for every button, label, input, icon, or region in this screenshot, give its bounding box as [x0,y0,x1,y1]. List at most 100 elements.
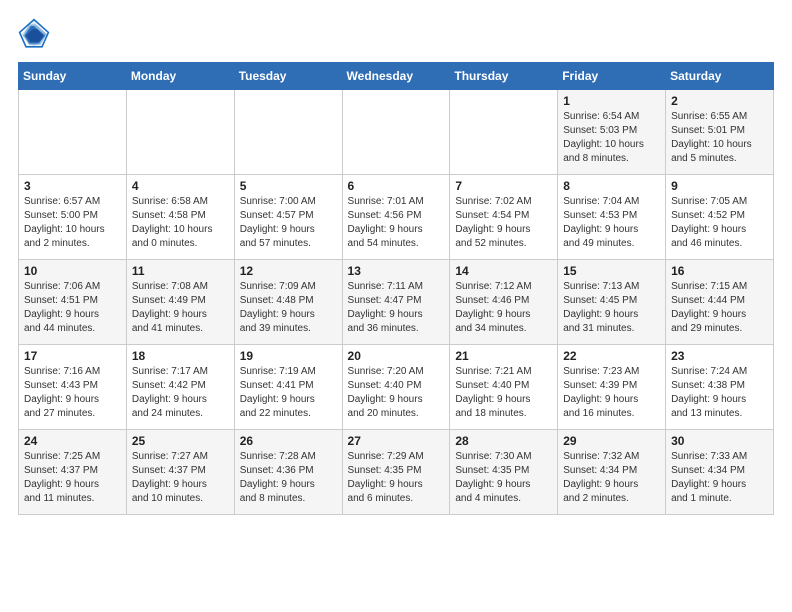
calendar-cell: 7 Sunrise: 7:02 AM Sunset: 4:54 PM Daylig… [450,175,558,260]
calendar-cell: 1 Sunrise: 6:54 AM Sunset: 5:03 PM Daylig… [558,90,666,175]
calendar-cell: 12Sunrise: 7:09 AM Sunset: 4:48 PM Dayli… [234,260,342,345]
day-info: Sunrise: 6:54 AM Sunset: 5:03 PM Dayligh… [563,110,660,166]
day-info: Sunrise: 7:25 AM Sunset: 4:37 PM Dayligh… [24,450,121,506]
calendar-cell: 18 Sunrise: 7:17 AM Sunset: 4:42 PM Dayli… [126,345,234,430]
calendar-cell: 24 Sunrise: 7:25 AM Sunset: 4:37 PM Dayli… [19,430,127,515]
calendar-cell: 11 Sunrise: 7:08 AM Sunset: 4:49 PM Dayli… [126,260,234,345]
day-number: 28 [455,434,552,448]
calendar-cell: 28 Sunrise: 7:30 AM Sunset: 4:35 PM Dayli… [450,430,558,515]
day-info: Sunrise: 7:33 AM Sunset: 4:34 PM Dayligh… [671,450,768,506]
calendar-cell: 19 Sunrise: 7:19 AM Sunset: 4:41 PM Dayli… [234,345,342,430]
calendar-cell: 13 Sunrise: 7:11 AM Sunset: 4:47 PM Dayli… [342,260,450,345]
weekday-header: Saturday [666,63,774,90]
day-info: Sunrise: 7:17 AM Sunset: 4:42 PM Dayligh… [132,365,229,421]
calendar-cell: 22Sunrise: 7:23 AM Sunset: 4:39 PM Dayli… [558,345,666,430]
day-number: 7 [455,179,552,193]
day-number: 26 [240,434,337,448]
calendar-cell [342,90,450,175]
calendar-cell: 6Sunrise: 7:01 AM Sunset: 4:56 PM Daylig… [342,175,450,260]
day-number: 5 [240,179,337,193]
calendar-cell: 3Sunrise: 6:57 AM Sunset: 5:00 PM Daylig… [19,175,127,260]
calendar-cell: 2Sunrise: 6:55 AM Sunset: 5:01 PM Daylig… [666,90,774,175]
day-info: Sunrise: 6:58 AM Sunset: 4:58 PM Dayligh… [132,195,229,251]
day-info: Sunrise: 7:05 AM Sunset: 4:52 PM Dayligh… [671,195,768,251]
day-info: Sunrise: 7:30 AM Sunset: 4:35 PM Dayligh… [455,450,552,506]
calendar-cell: 16 Sunrise: 7:15 AM Sunset: 4:44 PM Dayli… [666,260,774,345]
calendar-cell: 25Sunrise: 7:27 AM Sunset: 4:37 PM Dayli… [126,430,234,515]
calendar-cell: 17Sunrise: 7:16 AM Sunset: 4:43 PM Dayli… [19,345,127,430]
day-info: Sunrise: 7:06 AM Sunset: 4:51 PM Dayligh… [24,280,121,336]
day-number: 1 [563,94,660,108]
day-info: Sunrise: 7:21 AM Sunset: 4:40 PM Dayligh… [455,365,552,421]
day-number: 20 [348,349,445,363]
day-info: Sunrise: 7:04 AM Sunset: 4:53 PM Dayligh… [563,195,660,251]
calendar-cell: 21 Sunrise: 7:21 AM Sunset: 4:40 PM Dayli… [450,345,558,430]
calendar-week-row: 24 Sunrise: 7:25 AM Sunset: 4:37 PM Dayli… [19,430,774,515]
day-info: Sunrise: 7:20 AM Sunset: 4:40 PM Dayligh… [348,365,445,421]
calendar-cell: 29 Sunrise: 7:32 AM Sunset: 4:34 PM Dayli… [558,430,666,515]
calendar-cell: 15Sunrise: 7:13 AM Sunset: 4:45 PM Dayli… [558,260,666,345]
weekday-header: Monday [126,63,234,90]
day-number: 12 [240,264,337,278]
day-number: 21 [455,349,552,363]
day-info: Sunrise: 7:02 AM Sunset: 4:54 PM Dayligh… [455,195,552,251]
day-info: Sunrise: 7:11 AM Sunset: 4:47 PM Dayligh… [348,280,445,336]
calendar-cell: 9 Sunrise: 7:05 AM Sunset: 4:52 PM Daylig… [666,175,774,260]
calendar-cell: 10 Sunrise: 7:06 AM Sunset: 4:51 PM Dayli… [19,260,127,345]
day-info: Sunrise: 7:24 AM Sunset: 4:38 PM Dayligh… [671,365,768,421]
calendar-header-row: SundayMondayTuesdayWednesdayThursdayFrid… [19,63,774,90]
weekday-header: Wednesday [342,63,450,90]
logo [18,18,54,50]
day-info: Sunrise: 7:29 AM Sunset: 4:35 PM Dayligh… [348,450,445,506]
calendar-week-row: 1 Sunrise: 6:54 AM Sunset: 5:03 PM Daylig… [19,90,774,175]
calendar-cell [450,90,558,175]
calendar-cell [19,90,127,175]
day-number: 14 [455,264,552,278]
calendar-table: SundayMondayTuesdayWednesdayThursdayFrid… [18,62,774,515]
calendar-cell [126,90,234,175]
day-info: Sunrise: 7:32 AM Sunset: 4:34 PM Dayligh… [563,450,660,506]
day-info: Sunrise: 7:27 AM Sunset: 4:37 PM Dayligh… [132,450,229,506]
day-number: 8 [563,179,660,193]
calendar-cell: 27 Sunrise: 7:29 AM Sunset: 4:35 PM Dayli… [342,430,450,515]
day-info: Sunrise: 7:08 AM Sunset: 4:49 PM Dayligh… [132,280,229,336]
day-info: Sunrise: 7:12 AM Sunset: 4:46 PM Dayligh… [455,280,552,336]
calendar-cell: 26 Sunrise: 7:28 AM Sunset: 4:36 PM Dayli… [234,430,342,515]
day-number: 23 [671,349,768,363]
day-info: Sunrise: 7:15 AM Sunset: 4:44 PM Dayligh… [671,280,768,336]
day-number: 30 [671,434,768,448]
day-number: 27 [348,434,445,448]
calendar-cell: 20 Sunrise: 7:20 AM Sunset: 4:40 PM Dayli… [342,345,450,430]
day-number: 17 [24,349,121,363]
day-info: Sunrise: 7:13 AM Sunset: 4:45 PM Dayligh… [563,280,660,336]
logo-icon [18,18,50,50]
day-number: 16 [671,264,768,278]
calendar-cell: 14 Sunrise: 7:12 AM Sunset: 4:46 PM Dayli… [450,260,558,345]
day-info: Sunrise: 6:57 AM Sunset: 5:00 PM Dayligh… [24,195,121,251]
weekday-header: Friday [558,63,666,90]
day-number: 6 [348,179,445,193]
day-info: Sunrise: 7:23 AM Sunset: 4:39 PM Dayligh… [563,365,660,421]
day-number: 10 [24,264,121,278]
day-number: 9 [671,179,768,193]
calendar-cell: 5 Sunrise: 7:00 AM Sunset: 4:57 PM Daylig… [234,175,342,260]
calendar-cell: 4 Sunrise: 6:58 AM Sunset: 4:58 PM Daylig… [126,175,234,260]
weekday-header: Thursday [450,63,558,90]
calendar-cell: 8 Sunrise: 7:04 AM Sunset: 4:53 PM Daylig… [558,175,666,260]
day-info: Sunrise: 7:19 AM Sunset: 4:41 PM Dayligh… [240,365,337,421]
day-info: Sunrise: 7:00 AM Sunset: 4:57 PM Dayligh… [240,195,337,251]
day-number: 19 [240,349,337,363]
day-number: 4 [132,179,229,193]
calendar-week-row: 17Sunrise: 7:16 AM Sunset: 4:43 PM Dayli… [19,345,774,430]
day-number: 29 [563,434,660,448]
day-number: 2 [671,94,768,108]
day-info: Sunrise: 7:28 AM Sunset: 4:36 PM Dayligh… [240,450,337,506]
day-number: 13 [348,264,445,278]
day-number: 24 [24,434,121,448]
day-number: 18 [132,349,229,363]
day-number: 11 [132,264,229,278]
weekday-header: Sunday [19,63,127,90]
calendar-cell: 23 Sunrise: 7:24 AM Sunset: 4:38 PM Dayli… [666,345,774,430]
page-header [18,18,774,50]
calendar-cell: 30 Sunrise: 7:33 AM Sunset: 4:34 PM Dayli… [666,430,774,515]
